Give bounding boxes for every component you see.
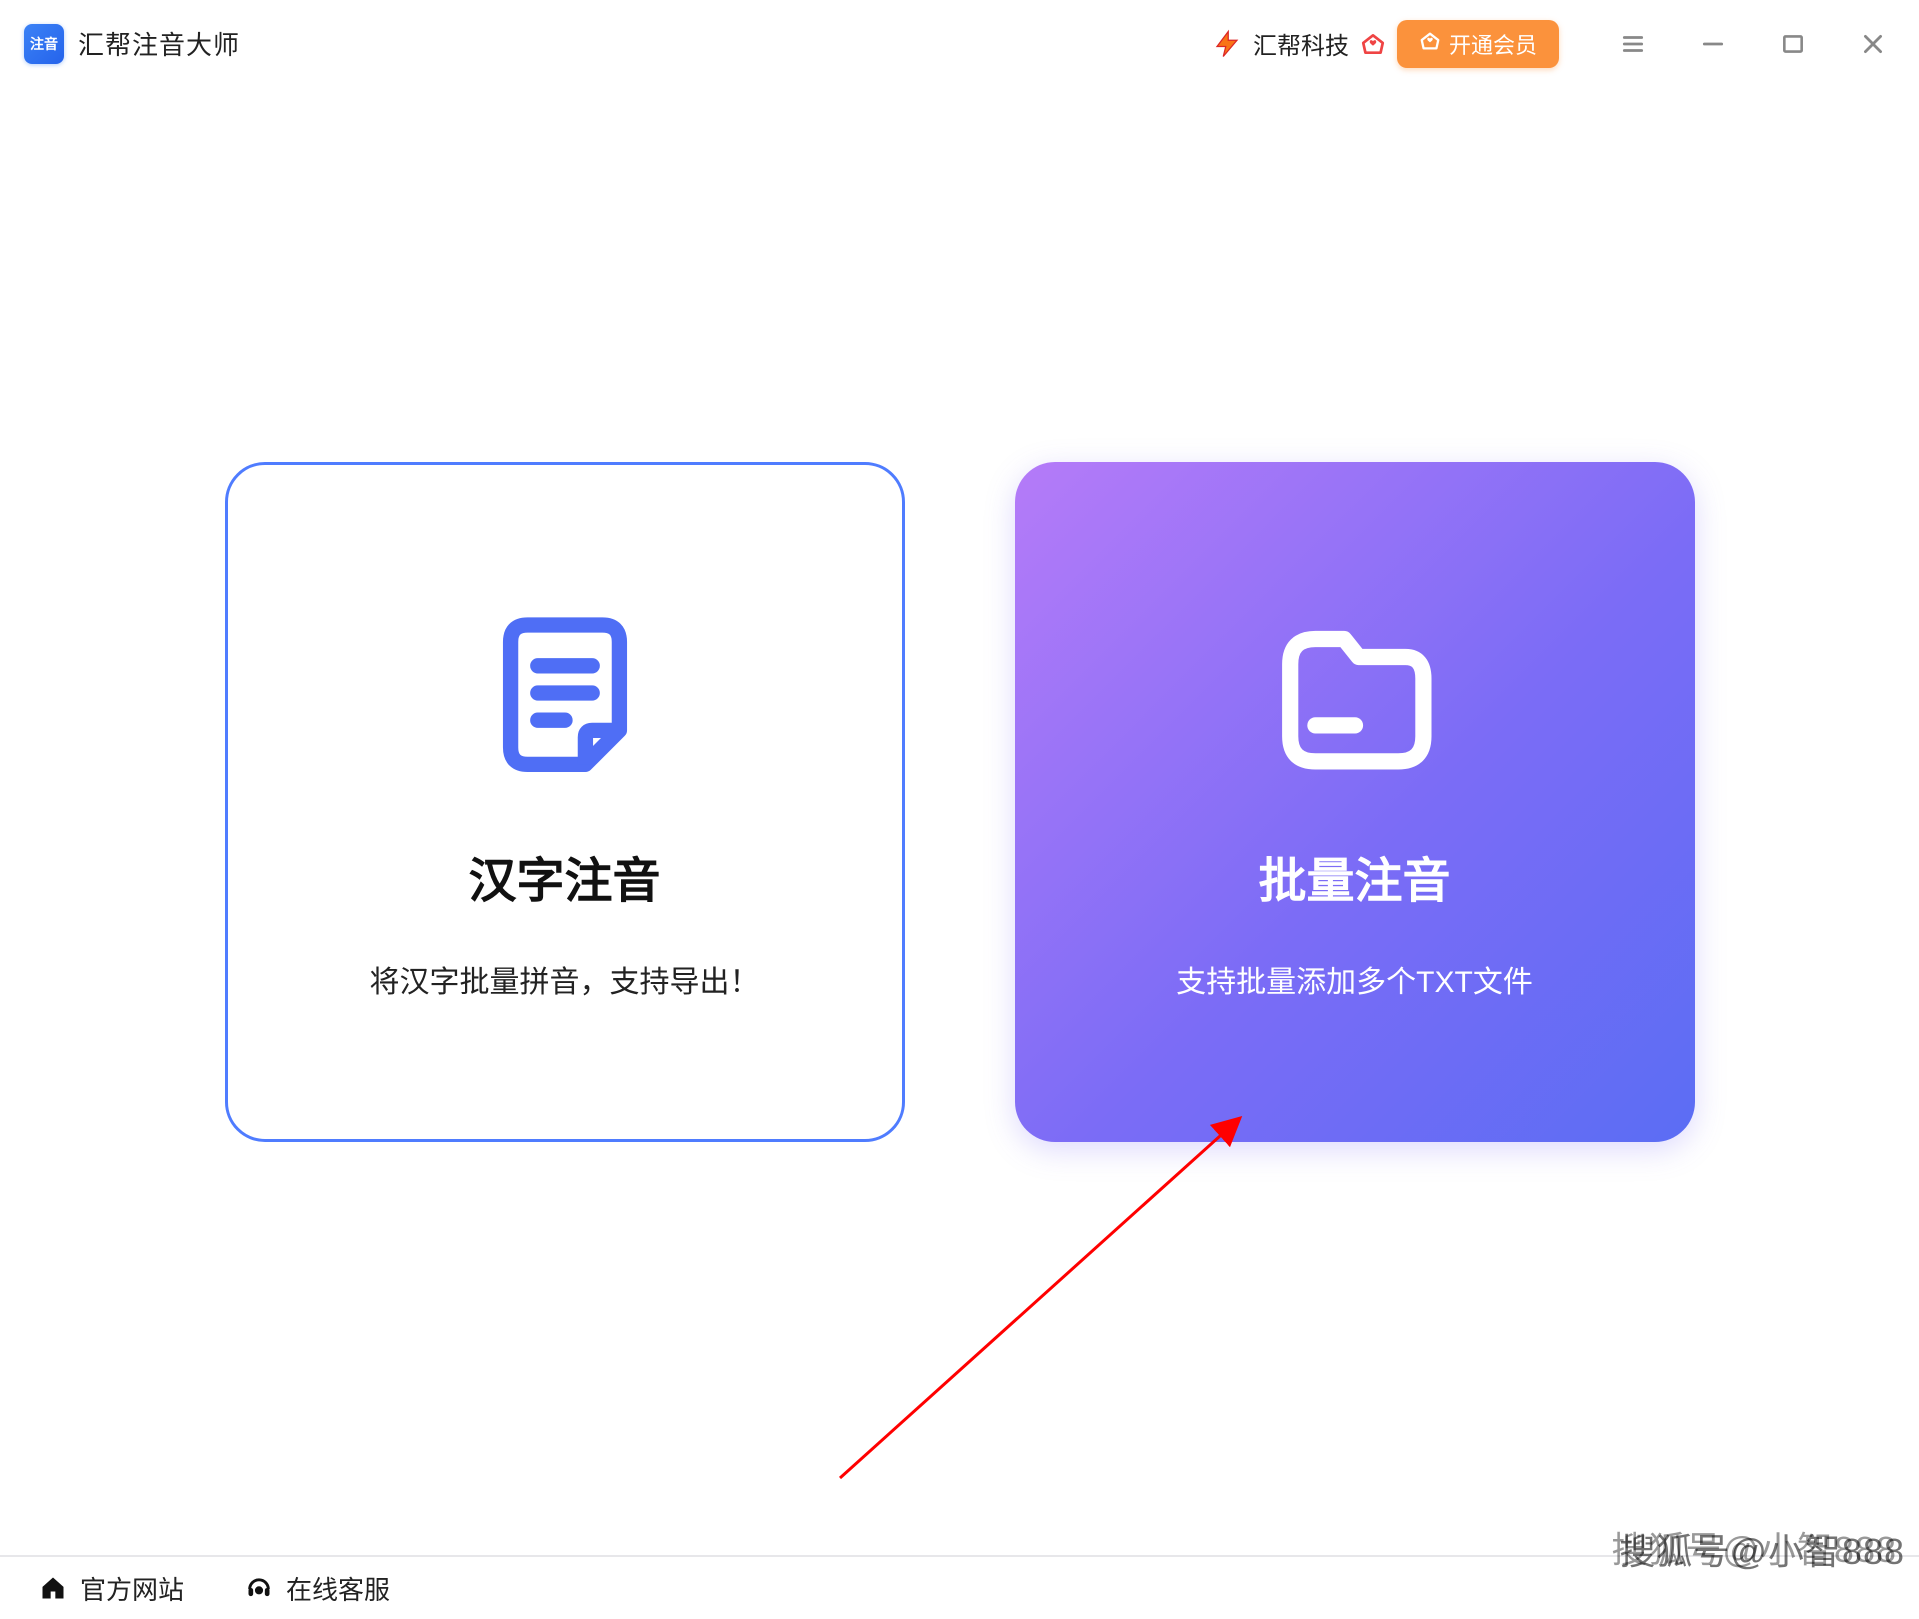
open-vip-button[interactable]: 开通会员 [1397, 20, 1559, 68]
card-title: 汉字注音 [468, 841, 660, 911]
close-button[interactable] [1855, 26, 1891, 62]
app-title: 汇帮注音大师 [78, 25, 240, 62]
app-logo-icon: 注音 [24, 24, 64, 64]
online-support-link[interactable]: 在线客服 [244, 1570, 390, 1607]
document-icon [475, 603, 655, 783]
annotation-arrow [820, 1108, 1270, 1508]
footer-link-label: 在线客服 [286, 1570, 390, 1607]
maximize-button[interactable] [1775, 26, 1811, 62]
card-title: 批量注音 [1258, 841, 1450, 911]
heart-shield-icon [1419, 30, 1441, 58]
footer-bar: 官方网站 在线客服 [0, 1555, 1919, 1619]
card-desc: 将汉字批量拼音，支持导出！ [370, 957, 760, 1001]
titlebar: 注音 汇帮注音大师 汇帮科技 开通会员 [0, 0, 1919, 88]
minimize-button[interactable] [1695, 26, 1731, 62]
headset-icon [244, 1573, 274, 1603]
brand-group[interactable]: 汇帮科技 [1211, 26, 1387, 61]
main-area: 汉字注音 将汉字批量拼音，支持导出！ 批量注音 支持批量添加多个TXT文件 [0, 88, 1919, 1555]
lightning-icon [1211, 28, 1243, 60]
folder-icon [1265, 603, 1445, 783]
card-hanzi-zhuyin[interactable]: 汉字注音 将汉字批量拼音，支持导出！ [225, 462, 905, 1142]
home-icon [38, 1573, 68, 1603]
official-website-link[interactable]: 官方网站 [38, 1570, 184, 1607]
heart-badge-icon [1359, 30, 1387, 58]
menu-button[interactable] [1615, 26, 1651, 62]
window-controls [1615, 26, 1891, 62]
card-batch-zhuyin[interactable]: 批量注音 支持批量添加多个TXT文件 [1015, 462, 1695, 1142]
brand-text: 汇帮科技 [1253, 26, 1349, 61]
titlebar-left: 注音 汇帮注音大师 [24, 24, 240, 64]
titlebar-right: 汇帮科技 开通会员 [1211, 20, 1891, 68]
app-window: 注音 汇帮注音大师 汇帮科技 开通会员 [0, 0, 1919, 1619]
footer-link-label: 官方网站 [80, 1570, 184, 1607]
card-desc: 支持批量添加多个TXT文件 [1176, 957, 1533, 1001]
vip-label: 开通会员 [1449, 28, 1537, 60]
